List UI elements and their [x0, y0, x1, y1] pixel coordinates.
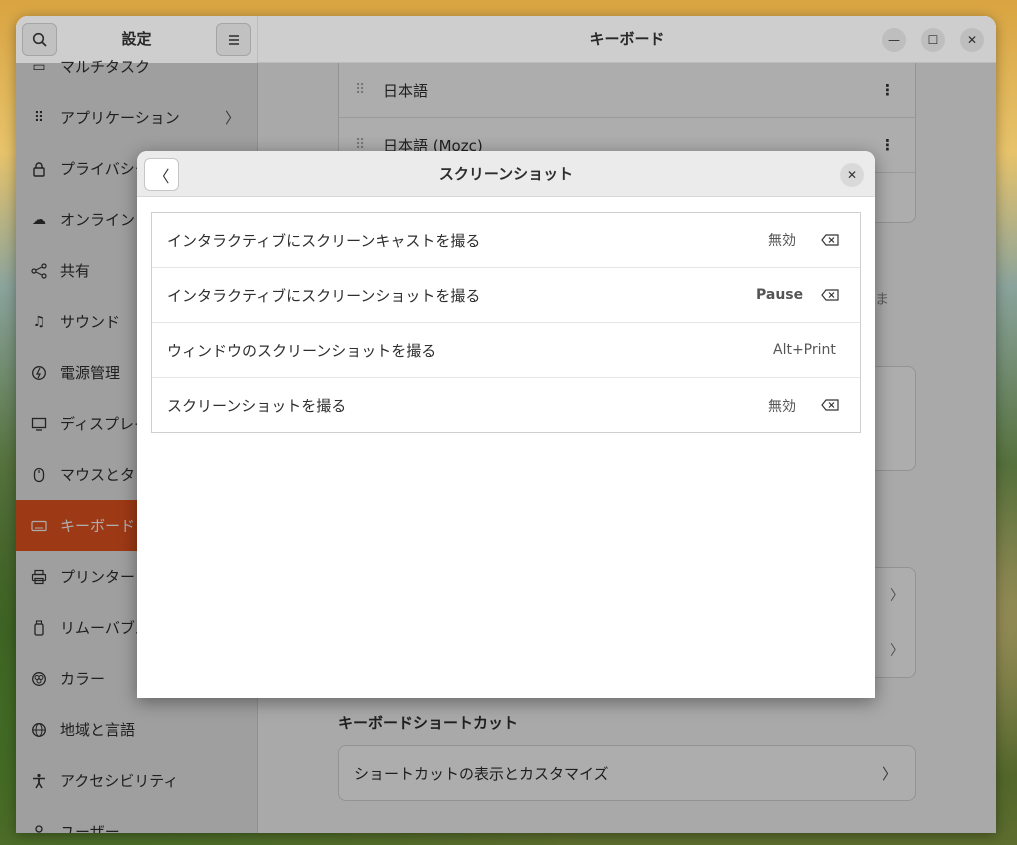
- drag-handle-icon[interactable]: ⠿: [355, 82, 367, 98]
- shortcut-label: スクリーンショットを撮る: [167, 397, 347, 415]
- shortcut-row-label: ショートカットの表示とカスタマイズ: [354, 764, 609, 783]
- dialog-title: スクリーンショット: [438, 165, 574, 183]
- share-icon: [30, 262, 48, 280]
- shortcut-label: インタラクティブにスクリーンショットを撮る: [167, 286, 481, 305]
- printer-icon: [30, 568, 48, 586]
- sidebar-item-label: 電源管理: [60, 364, 121, 382]
- input-source-row[interactable]: ⠿ 日本語 ⋮: [338, 63, 916, 118]
- shortcut-row-interactive-screenshot[interactable]: インタラクティブにスクリーンショットを撮る Pause: [152, 268, 860, 323]
- sidebar-item-label: 共有: [60, 262, 91, 280]
- close-button[interactable]: ✕: [960, 28, 984, 52]
- maximize-button[interactable]: ☐: [921, 28, 945, 52]
- sidebar-item-label: オンライン: [60, 211, 136, 229]
- sidebar-item-region[interactable]: 地域と言語: [16, 704, 258, 755]
- color-icon: [30, 670, 48, 688]
- maximize-icon: ☐: [927, 33, 939, 47]
- input-source-label: 日本語: [383, 81, 429, 100]
- globe-icon: [30, 721, 48, 739]
- shortcut-label: インタラクティブにスクリーンキャストを撮る: [167, 231, 481, 250]
- section-title: キーボードショートカット: [338, 714, 519, 732]
- sidebar-item-label: アプリケーション: [60, 109, 180, 127]
- shortcut-accelerator: 無効: [768, 233, 796, 249]
- sidebar-item-label: マウスとタ: [60, 466, 136, 484]
- kebab-menu-icon[interactable]: ⋮: [880, 136, 895, 154]
- chevron-right-icon: 〉: [890, 643, 904, 659]
- sidebar-item-multitask[interactable]: ▭ マルチタスク: [16, 41, 258, 92]
- accessibility-icon: [30, 772, 48, 790]
- shortcut-list: インタラクティブにスクリーンキャストを撮る 無効 インタラクティブにスクリーンシ…: [151, 212, 861, 433]
- sidebar-item-label: マルチタスク: [60, 58, 151, 76]
- music-note-icon: ♫: [32, 313, 46, 330]
- clear-shortcut-button[interactable]: [820, 398, 840, 412]
- close-icon: ✕: [966, 33, 978, 47]
- sidebar-item-users[interactable]: ユーザー: [16, 806, 258, 833]
- minimize-button[interactable]: —: [882, 28, 906, 52]
- power-icon: [30, 364, 48, 382]
- backspace-icon: [821, 234, 839, 246]
- sidebar-item-label: ユーザー: [60, 823, 120, 833]
- view-shortcuts-row[interactable]: ショートカットの表示とカスタマイズ 〉: [338, 745, 916, 801]
- backspace-icon: [821, 289, 839, 301]
- shortcut-row-screencast[interactable]: インタラクティブにスクリーンキャストを撮る 無効: [152, 213, 860, 268]
- sidebar-item-apps[interactable]: ⠿ アプリケーション 〉: [16, 92, 258, 143]
- shortcut-label: ウィンドウのスクリーンショットを撮る: [167, 341, 437, 360]
- kebab-menu-icon[interactable]: ⋮: [880, 81, 895, 99]
- sidebar-item-label: カラー: [60, 670, 106, 688]
- dialog-header: 〈 スクリーンショット ✕: [137, 151, 875, 197]
- dialog-close-button[interactable]: ✕: [840, 163, 864, 187]
- multitask-icon: ▭: [32, 58, 46, 75]
- keyboard-icon: [30, 517, 48, 535]
- sidebar-item-accessibility[interactable]: アクセシビリティ: [16, 755, 258, 806]
- shortcut-accelerator: 無効: [768, 398, 796, 415]
- sidebar-item-label: プリンター: [60, 568, 136, 586]
- backspace-icon: [821, 399, 839, 411]
- screenshot-shortcuts-dialog: 〈 スクリーンショット ✕ インタラクティブにスクリーンキャストを撮る 無効 イ…: [137, 151, 875, 698]
- display-icon: [30, 415, 48, 433]
- sidebar-item-label: サウンド: [60, 313, 121, 331]
- grid-icon: ⠿: [33, 109, 45, 126]
- chevron-right-icon: 〉: [224, 109, 240, 127]
- chevron-right-icon: 〉: [881, 764, 897, 783]
- clear-shortcut-button[interactable]: [820, 288, 840, 302]
- mouse-icon: [30, 466, 48, 484]
- clear-shortcut-button[interactable]: [820, 233, 840, 247]
- shortcut-row-screenshot[interactable]: スクリーンショットを撮る 無効: [152, 378, 860, 433]
- shortcut-accelerator: Alt+Print: [773, 342, 836, 358]
- sidebar-item-label: ディスプレイ: [60, 415, 149, 433]
- sidebar-item-label: 地域と言語: [60, 721, 136, 739]
- shortcut-row-window-screenshot[interactable]: ウィンドウのスクリーンショットを撮る Alt+Print: [152, 323, 860, 378]
- user-icon: [30, 823, 48, 833]
- minimize-icon: —: [888, 33, 900, 47]
- close-icon: ✕: [846, 168, 858, 182]
- sidebar-item-label: キーボード: [60, 517, 136, 535]
- shortcut-accelerator: Pause: [756, 287, 804, 303]
- removable-icon: [30, 619, 48, 637]
- lock-icon: [30, 160, 48, 178]
- sidebar-item-label: アクセシビリティ: [60, 772, 179, 790]
- option-description-text: ま: [875, 292, 889, 308]
- main-header: キーボード — ☐ ✕: [258, 16, 996, 63]
- cloud-icon: ☁: [32, 211, 46, 228]
- chevron-right-icon: 〉: [890, 588, 904, 604]
